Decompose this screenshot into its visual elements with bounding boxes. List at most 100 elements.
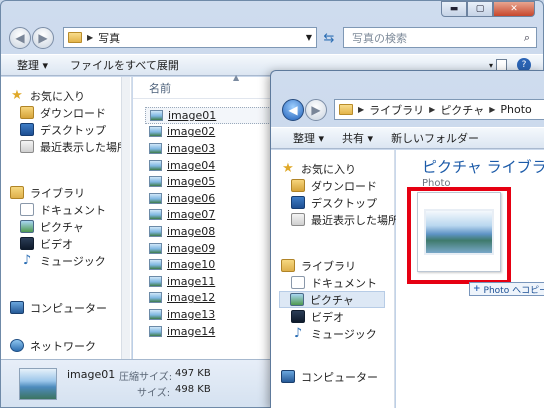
caption-buttons: ▬ ▢ ✕ <box>441 1 535 17</box>
file-name: image08 <box>167 224 216 238</box>
nav-label: 最近表示した場所 <box>311 213 399 227</box>
file-row[interactable]: image01 <box>145 107 273 124</box>
star-icon: ★ <box>282 161 294 176</box>
share-button[interactable]: 共有 ▾ <box>342 130 373 146</box>
address-segment[interactable]: 写真 <box>98 30 120 46</box>
file-row[interactable]: image13 <box>145 306 273 323</box>
library-icon <box>281 259 295 272</box>
chevron-right-icon: ▶ <box>358 105 365 114</box>
column-header-label: 名前 <box>149 81 171 95</box>
nav-label: ビデオ <box>40 237 73 251</box>
organize-button[interactable]: 整理 ▾ <box>293 130 324 146</box>
search-placeholder: 写真の検索 <box>352 31 407 45</box>
nav-label: ミュージック <box>311 327 377 341</box>
chevron-down-icon[interactable]: ▼ <box>306 33 312 42</box>
file-row[interactable]: image05 <box>145 173 273 190</box>
network-icon <box>10 339 24 352</box>
search-input[interactable]: 写真の検索 ⌕ <box>343 27 537 48</box>
back-button[interactable]: ◀ <box>282 99 304 121</box>
nav-music[interactable]: ♪ ミュージック <box>281 325 385 342</box>
nav-desktop[interactable]: デスクトップ <box>10 121 128 138</box>
file-row[interactable]: image02 <box>145 124 273 141</box>
tooltip-text: Photo へコピー <box>483 285 544 296</box>
nav-recent[interactable]: 最近表示した場所 <box>10 138 128 155</box>
file-row[interactable]: image09 <box>145 240 273 257</box>
file-name: image03 <box>167 141 216 155</box>
image-file-icon <box>149 225 162 237</box>
file-name: image14 <box>167 324 216 338</box>
organize-button[interactable]: 整理 ▾ <box>17 57 48 73</box>
nav-favorites[interactable]: ★ お気に入り <box>281 160 399 177</box>
recent-places-icon <box>20 140 34 153</box>
address-bar[interactable]: ▶ 写真 ▼ <box>63 27 317 48</box>
new-folder-button[interactable]: 新しいフォルダー <box>391 130 479 146</box>
file-row[interactable]: image14 <box>145 323 273 340</box>
close-button[interactable]: ✕ <box>493 1 535 17</box>
music-icon: ♪ <box>293 326 303 341</box>
nav-libraries[interactable]: ライブラリ <box>10 184 106 201</box>
nav-label: ピクチャ <box>310 293 354 307</box>
nav-computer[interactable]: コンピューター <box>281 368 378 385</box>
folder-icon <box>68 32 82 43</box>
nav-scrollbar[interactable] <box>121 77 130 359</box>
nav-downloads[interactable]: ダウンロード <box>281 177 399 194</box>
file-row[interactable]: image03 <box>145 140 273 157</box>
address-segment[interactable]: ピクチャ <box>440 102 484 118</box>
nav-network[interactable]: ネットワーク <box>10 337 96 354</box>
nav-label: ビデオ <box>311 310 344 324</box>
address-segment[interactable]: Photo <box>500 103 531 116</box>
nav-downloads[interactable]: ダウンロード <box>10 104 128 121</box>
documents-icon <box>291 276 305 289</box>
file-name: image11 <box>167 274 216 288</box>
nav-label: ドキュメント <box>40 203 106 217</box>
extract-all-button[interactable]: ファイルをすべて展開 <box>70 57 179 73</box>
file-row[interactable]: image08 <box>145 223 273 240</box>
nav-desktop[interactable]: デスクトップ <box>281 194 399 211</box>
file-name: image12 <box>167 291 216 305</box>
details-thumbnail <box>19 368 57 400</box>
file-row[interactable]: image07 <box>145 207 273 224</box>
nav-recent[interactable]: 最近表示した場所 <box>281 211 399 228</box>
maximize-button[interactable]: ▢ <box>467 1 493 17</box>
file-row[interactable]: image10 <box>145 256 273 273</box>
file-row[interactable]: image12 <box>145 290 273 307</box>
nav-label: コンピューター <box>30 301 107 315</box>
refresh-icon[interactable]: ⇆ <box>319 28 339 48</box>
nav-label: ミュージック <box>40 254 106 268</box>
file-name: image10 <box>167 258 216 272</box>
nav-documents[interactable]: ドキュメント <box>281 274 385 291</box>
drag-copy-tooltip: + Photo へコピー <box>469 282 544 296</box>
command-bar: 整理 ▾ 共有 ▾ 新しいフォルダー <box>271 127 544 149</box>
nav-videos[interactable]: ビデオ <box>10 235 106 252</box>
nav-documents[interactable]: ドキュメント <box>10 201 106 218</box>
forward-button[interactable]: ▶ <box>32 27 54 49</box>
nav-pictures[interactable]: ピクチャ <box>279 291 385 308</box>
nav-label: デスクトップ <box>40 123 106 137</box>
nav-label: ドキュメント <box>311 276 377 290</box>
file-row[interactable]: image11 <box>145 273 273 290</box>
view-options-icon[interactable]: ▾ <box>489 61 493 70</box>
back-button[interactable]: ◀ <box>9 27 31 49</box>
forward-button[interactable]: ▶ <box>305 99 327 121</box>
file-rows: image01 image02 image03 image04 image05 image… <box>145 107 273 339</box>
desktop-icon <box>291 196 305 209</box>
chevron-right-icon: ▶ <box>429 105 436 114</box>
image-file-icon <box>149 142 162 154</box>
image-file-icon <box>150 109 163 121</box>
search-icon: ⌕ <box>523 30 530 44</box>
address-segment[interactable]: ライブラリ <box>369 102 424 118</box>
file-row[interactable]: image04 <box>145 157 273 174</box>
file-row[interactable]: image06 <box>145 190 273 207</box>
column-header-name[interactable]: 名前 ▲ <box>133 73 273 99</box>
nav-pictures[interactable]: ピクチャ <box>10 218 106 235</box>
nav-music[interactable]: ♪ ミュージック <box>10 252 106 269</box>
nav-favorites[interactable]: ★ お気に入り <box>10 87 128 104</box>
nav-videos[interactable]: ビデオ <box>281 308 385 325</box>
nav-computer[interactable]: コンピューター <box>10 299 107 316</box>
nav-libraries[interactable]: ライブラリ <box>281 257 385 274</box>
file-name: image02 <box>167 125 216 139</box>
file-list: 名前 ▲ image01 image02 image03 image04 image05… <box>133 73 273 359</box>
minimize-button[interactable]: ▬ <box>441 1 467 17</box>
computer-icon <box>10 301 24 314</box>
address-bar[interactable]: ▶ ライブラリ ▶ ピクチャ ▶ Photo <box>334 99 544 120</box>
